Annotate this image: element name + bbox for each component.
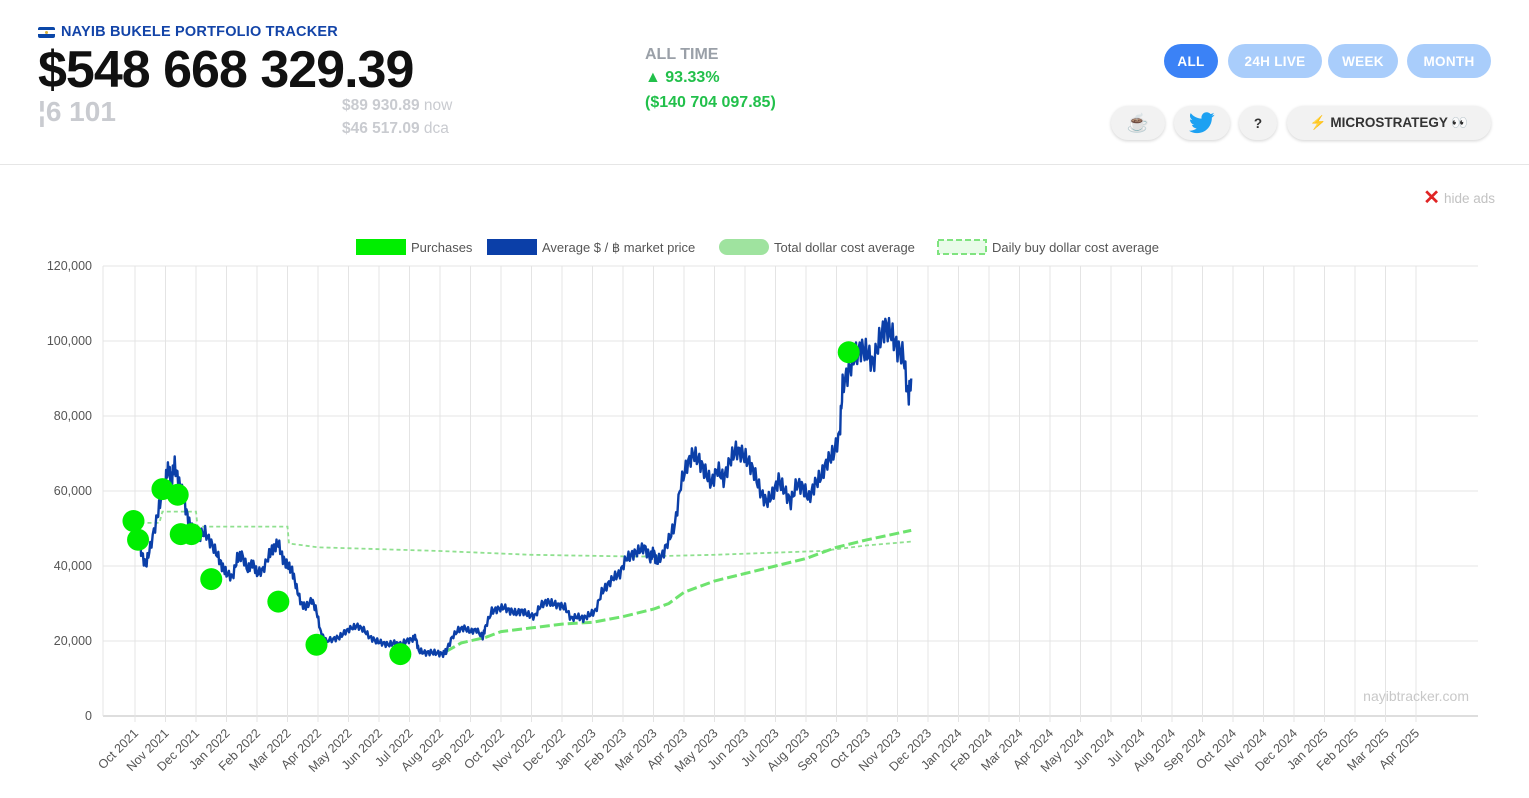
portfolio-chart: Purchases Average $ / ฿ market price Tot…: [47, 239, 1478, 775]
microstrategy-button[interactable]: ⚡ MICROSTRATEGY 👀: [1287, 106, 1491, 140]
x-axis: Oct 2021Nov 2021Dec 2021Jan 2022Feb 2022…: [95, 726, 1422, 775]
legend-swatch-purchases: [356, 239, 406, 255]
y-axis: 0 20,000 40,000 60,000 80,000 100,000 120,000: [47, 259, 92, 723]
legend-label-total-dca: Total dollar cost average: [774, 240, 915, 255]
header: NAYIB BUKELE PORTFOLIO TRACKER $548 668 …: [0, 0, 1529, 165]
el-salvador-flag-icon: [38, 26, 55, 38]
chart-grid: [102, 265, 1478, 722]
chart-watermark: nayibtracker.com: [1363, 688, 1469, 704]
legend-swatch-market-price: [487, 239, 537, 255]
y-tick-label: 80,000: [54, 409, 92, 423]
purchase-point: [389, 643, 412, 666]
range-week-button[interactable]: WEEK: [1328, 44, 1398, 78]
market-price-line: [132, 316, 913, 659]
alltime-label: ALL TIME: [645, 46, 719, 63]
portfolio-total-value: $548 668 329.39: [38, 41, 414, 99]
purchase-point: [837, 341, 860, 364]
purchase-point: [127, 528, 150, 551]
y-tick-label: 40,000: [54, 559, 92, 573]
y-tick-label: 0: [85, 709, 92, 723]
legend-swatch-total-dca: [719, 239, 769, 255]
microstrategy-label: ⚡ MICROSTRATEGY 👀: [1309, 115, 1469, 130]
range-24h-live-button[interactable]: 24H LIVE: [1228, 44, 1322, 78]
alltime-percent: ▲ 93.33%: [645, 69, 720, 86]
total-dca-line: [133, 510, 912, 558]
price-dca-value: $46 517.09: [342, 120, 420, 137]
purchase-point: [305, 633, 328, 656]
purchase-point: [122, 510, 145, 532]
help-label: ?: [1253, 115, 1263, 131]
chart-series: [132, 316, 913, 659]
brand-title: NAYIB BUKELE PORTFOLIO TRACKER: [61, 24, 338, 40]
purchase-point: [180, 523, 203, 546]
alltime-absolute: ($140 704 097.85): [645, 94, 776, 111]
price-dca: $46 517.09 dca: [342, 120, 449, 138]
purchase-point: [200, 568, 223, 591]
price-now-value: $89 930.89: [342, 97, 420, 114]
y-tick-label: 100,000: [47, 334, 92, 348]
y-tick-label: 60,000: [54, 484, 92, 498]
legend-label-market-price: Average $ / ฿ market price: [542, 240, 695, 255]
brand: NAYIB BUKELE PORTFOLIO TRACKER: [38, 24, 338, 40]
chart-legend: Purchases Average $ / ฿ market price Tot…: [356, 239, 1159, 255]
purchase-point: [166, 483, 189, 506]
price-dca-suffix: dca: [423, 120, 449, 137]
twitter-icon: [1189, 112, 1215, 134]
price-now: $89 930.89 now: [342, 97, 452, 115]
coffee-icon: ☕: [1126, 112, 1150, 133]
coffee-button[interactable]: ☕: [1111, 106, 1165, 140]
purchase-point: [267, 590, 290, 613]
y-tick-label: 20,000: [54, 634, 92, 648]
y-tick-label: 120,000: [47, 259, 92, 273]
daily-dca-line: [445, 528, 912, 653]
twitter-button[interactable]: [1174, 106, 1230, 140]
help-button[interactable]: ?: [1239, 106, 1277, 140]
range-month-button[interactable]: MONTH: [1407, 44, 1491, 78]
legend-label-daily-dca: Daily buy dollar cost average: [992, 240, 1159, 255]
legend-label-purchases: Purchases: [411, 240, 473, 255]
price-now-suffix: now: [423, 97, 453, 114]
legend-swatch-daily-dca: [937, 239, 987, 255]
range-all-button[interactable]: ALL: [1164, 44, 1218, 78]
btc-holdings: ¦6 101: [38, 96, 116, 127]
